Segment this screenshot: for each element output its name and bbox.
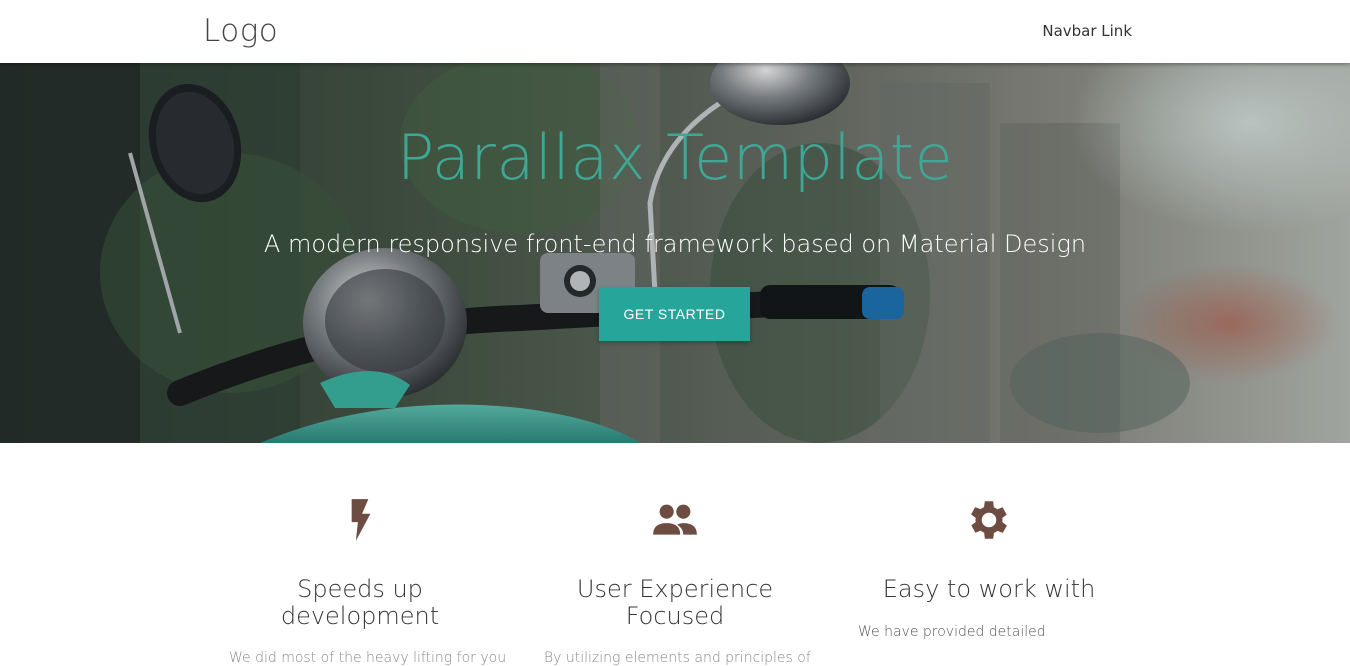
navbar-link[interactable]: Navbar Link (1042, 22, 1132, 40)
hero-section: Parallax Template A modern responsive fr… (0, 63, 1350, 443)
settings-icon (971, 501, 1007, 539)
flash-icon (351, 499, 371, 541)
feature-title: User Experience Focused (576, 575, 774, 630)
navbar: Logo Navbar Link (0, 0, 1350, 63)
feature-title: Easy to work with (882, 575, 1096, 603)
logo[interactable]: Logo (203, 13, 278, 49)
feature-description: We did most of the heavy lifting for you (229, 650, 507, 666)
group-icon (653, 504, 697, 535)
hero-title: Parallax Template (396, 121, 954, 194)
features-section: Speeds up development We did most of the… (0, 443, 1350, 666)
feature-description: We have provided detailed (858, 624, 1046, 640)
feature-description: By utilizing elements and principles of (544, 650, 811, 666)
get-started-button[interactable]: GET STARTED (599, 287, 750, 341)
feature-title: Speeds up development (280, 575, 440, 630)
hero-subtitle: A modern responsive front-end framework … (263, 230, 1087, 258)
